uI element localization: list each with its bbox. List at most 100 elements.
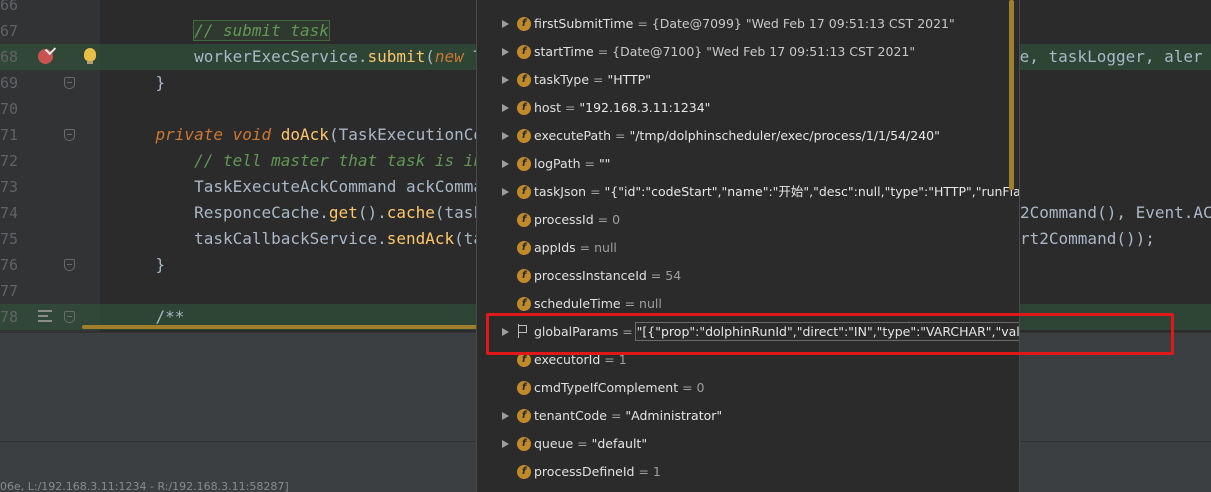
code-text-tail: rt2Command()); (1020, 229, 1155, 248)
variable-row[interactable]: f startTime = {Date@7100} "Wed Feb 17 09:… (477, 38, 1019, 66)
line-number[interactable]: 74 (0, 200, 18, 226)
variable-row[interactable]: f host = "192.168.3.11:1234" (477, 94, 1019, 122)
variable-name: processDefineId (534, 464, 635, 479)
variable-row[interactable]: f processInstanceId = 54 (477, 262, 1019, 290)
line-number[interactable]: 68 (0, 44, 18, 70)
variable-text: tenantCode = "Administrator" (534, 402, 722, 430)
variable-row[interactable]: f cmdTypeIfComplement = 0 (477, 374, 1019, 402)
equals-sign: = (589, 72, 608, 87)
fold-marker-icon[interactable] (64, 129, 75, 141)
variable-name: cmdTypeIfComplement (534, 380, 679, 395)
variable-value: 54 (665, 268, 682, 283)
line-number[interactable]: 72 (0, 148, 18, 174)
expand-arrow-icon[interactable] (502, 20, 509, 28)
equals-sign: = (646, 268, 666, 283)
code-text: taskCallbackService.sendAck(task (117, 226, 502, 252)
variable-row[interactable]: f logPath = "" (477, 150, 1019, 178)
line-number[interactable]: 66 (0, 0, 18, 18)
variable-value: "HTTP" (607, 72, 651, 87)
field-icon: f (517, 381, 531, 395)
fold-marker-icon[interactable] (64, 77, 75, 89)
variable-row[interactable]: f taskJson = "{"id":"codeStart","name":"开… (477, 178, 1020, 206)
variable-text: processId = 0 (534, 206, 620, 234)
code-token: ResponceCache. (117, 203, 329, 222)
variable-row[interactable]: f processId = 0 (477, 206, 1019, 234)
variable-text: startTime = {Date@7100} "Wed Feb 17 09:5… (534, 38, 915, 66)
variable-name: host (534, 100, 561, 115)
variable-value: "" (598, 156, 611, 171)
variable-row[interactable]: f executePath = "/tmp/dolphinscheduler/ex… (477, 122, 1019, 150)
equals-sign: = (560, 100, 580, 115)
code-text-tail: 2Command(), Event.AC (1020, 203, 1211, 222)
variable-text: queue = "default" (534, 430, 647, 458)
code-text: private void doAck(TaskExecutionCont (117, 122, 503, 148)
horizontal-scrollbar[interactable] (82, 325, 482, 329)
breakpoint-icon[interactable] (38, 49, 53, 64)
lightbulb-icon[interactable] (84, 48, 96, 64)
field-icon: f (517, 73, 531, 87)
equals-sign: = (634, 464, 653, 479)
variable-row[interactable]: f taskType = "HTTP" (477, 66, 1019, 94)
variable-value: "{"id":"codeStart","name":"开始","desc":nu… (604, 184, 1020, 199)
expand-arrow-icon[interactable] (502, 132, 509, 140)
variable-row[interactable]: f tenantCode = "Administrator" (477, 402, 1019, 430)
fold-marker-icon[interactable] (64, 311, 75, 323)
variable-row[interactable]: f appIds = null (477, 234, 1019, 262)
equals-sign: = (620, 296, 640, 311)
popup-scrollbar[interactable] (1009, 0, 1014, 190)
variable-name: processInstanceId (534, 268, 647, 283)
variable-row[interactable]: f queue = "default" (477, 430, 1019, 458)
variable-text: processDefineId = 1 (534, 458, 661, 486)
line-number[interactable]: 67 (0, 18, 18, 44)
expand-arrow-icon[interactable] (502, 48, 509, 56)
line-number[interactable]: 71 (0, 122, 18, 148)
expand-arrow-icon[interactable] (502, 76, 509, 84)
field-icon: f (517, 241, 531, 255)
line-number[interactable]: 69 (0, 70, 18, 96)
variable-inspector-popup[interactable]: f firstSubmitTime = {Date@7099} "Wed Feb … (476, 0, 1020, 492)
equals-sign: = (586, 184, 605, 199)
field-icon: f (517, 465, 531, 479)
line-number[interactable]: 75 (0, 226, 18, 252)
variable-name: taskType (534, 72, 590, 87)
variable-value: 1 (652, 464, 661, 479)
variable-row[interactable]: f processDefineId = 1 (477, 458, 1019, 486)
expand-arrow-icon[interactable] (502, 160, 509, 168)
field-icon: f (517, 45, 531, 59)
variable-value: "192.168.3.11:1234" (579, 100, 711, 115)
variable-name: logPath (534, 156, 581, 171)
field-icon: f (517, 437, 531, 451)
line-number[interactable]: 70 (0, 96, 18, 122)
render-doc-icon[interactable] (38, 310, 52, 322)
variable-value: {Date@7099} "Wed Feb 17 09:51:13 CST 202… (651, 16, 955, 31)
variable-row[interactable]: f firstSubmitTime = {Date@7099} "Wed Feb … (477, 10, 1019, 38)
code-token: workerExecService. (117, 47, 368, 66)
variable-value: "Administrator" (625, 408, 723, 423)
expand-arrow-icon[interactable] (502, 188, 509, 196)
code-token: sendAck (386, 229, 455, 248)
code-text: ResponceCache.get().cache(taskEx (117, 200, 502, 226)
expand-arrow-icon[interactable] (502, 104, 509, 112)
equals-sign: = (607, 408, 626, 423)
code-token: private (155, 125, 233, 144)
variable-text: executePath = "/tmp/dolphinscheduler/exe… (534, 122, 940, 150)
variable-name: queue (534, 436, 574, 451)
code-token: void (232, 125, 281, 144)
field-icon: f (517, 213, 531, 227)
field-icon: f (517, 101, 531, 115)
fold-marker-icon[interactable] (64, 259, 75, 271)
code-token: taskCallbackService. (117, 229, 387, 248)
code-text: workerExecService.submit(new Tas (117, 44, 502, 70)
line-number[interactable]: 73 (0, 174, 18, 200)
expand-arrow-icon[interactable] (502, 440, 509, 448)
field-icon: f (517, 129, 531, 143)
line-number[interactable]: 77 (0, 278, 18, 304)
expand-arrow-icon[interactable] (502, 412, 509, 420)
variable-text: firstSubmitTime = {Date@7099} "Wed Feb 1… (534, 10, 955, 38)
code-token: } (117, 73, 166, 92)
line-number[interactable]: 78 (0, 304, 18, 330)
code-token: (). (357, 203, 387, 222)
code-token: get (328, 203, 358, 222)
line-number[interactable]: 76 (0, 252, 18, 278)
